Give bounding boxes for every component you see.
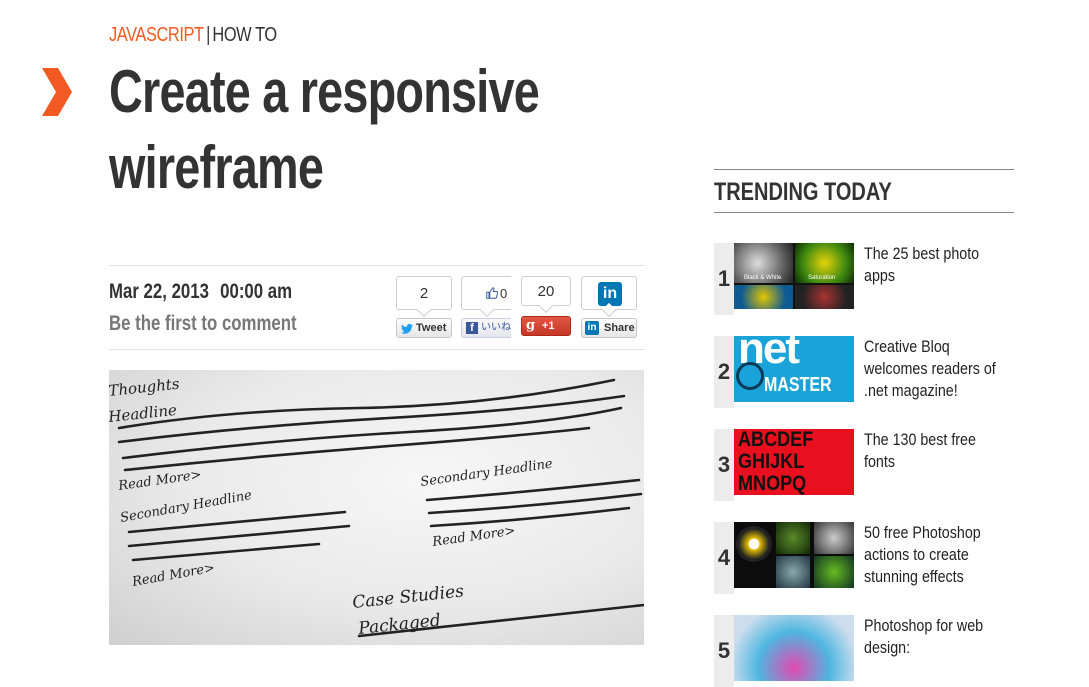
twitter-bird-icon bbox=[401, 324, 413, 334]
trending-rank: 2 bbox=[714, 336, 734, 408]
thumb-tile-a bbox=[776, 522, 810, 554]
trending-link[interactable]: Creative Bloq welcomes readers of .net m… bbox=[864, 336, 998, 402]
hero-image-wireframe-sketch: Thoughts Headline Read More> Secondary H… bbox=[109, 370, 644, 645]
thumb-font-line2: GHIJKL bbox=[738, 450, 805, 473]
facebook-count-box: 0 bbox=[461, 276, 511, 310]
breadcrumb: JAVASCRIPT | HOW TO bbox=[109, 24, 277, 47]
trending-item[interactable]: 1 Black & White Saturation The 25 best p… bbox=[714, 243, 1014, 315]
article-title-line2: wireframe bbox=[109, 134, 324, 201]
facebook-like-button[interactable]: f いいね bbox=[461, 318, 511, 338]
facebook-count: 0 bbox=[500, 286, 508, 301]
trending-link[interactable]: 50 free Photoshop actions to create stun… bbox=[864, 522, 998, 588]
trending-thumbnail-photoshop-web[interactable] bbox=[734, 615, 854, 681]
article-title: Create a responsive wireframe bbox=[109, 54, 577, 206]
sketch-text-readmore-3: Read More> bbox=[130, 561, 216, 590]
thumb-frog-3 bbox=[734, 285, 793, 309]
trending-item[interactable]: 5 Photoshop for web design: bbox=[714, 615, 1014, 687]
sketch-text-readmore-1: Read More> bbox=[116, 467, 202, 494]
linkedin-share-button[interactable]: in Share bbox=[581, 318, 637, 338]
linkedin-share-label: Share bbox=[604, 322, 635, 334]
thumb-tile-c bbox=[776, 556, 810, 588]
trending-link[interactable]: Photoshop for web design: bbox=[864, 615, 998, 659]
sketch-text-readmore-2: Read More> bbox=[430, 523, 516, 550]
trending-link[interactable]: The 130 best free fonts bbox=[864, 429, 998, 473]
tweet-count: 2 bbox=[419, 285, 429, 302]
thumb-tile-d bbox=[814, 556, 854, 588]
trending-title: TRENDING TODAY bbox=[714, 178, 892, 206]
trending-thumbnail-fonts[interactable]: ABCDEF GHIJKL MNOPQ bbox=[734, 429, 854, 495]
trending-rank: 4 bbox=[714, 522, 734, 594]
publish-time: 00:00 am bbox=[220, 280, 293, 303]
thumb-font-line1: ABCDEF bbox=[738, 429, 814, 451]
breadcrumb-separator: | bbox=[206, 24, 210, 46]
article-date: Mar 22, 2013 00:00 am bbox=[109, 280, 292, 304]
thumb-label-sat: Saturation bbox=[808, 275, 836, 281]
thumb-badge-icon bbox=[736, 526, 772, 562]
comment-link[interactable]: Be the first to comment bbox=[109, 312, 297, 336]
facebook-f-icon: f bbox=[466, 322, 478, 334]
publish-date: Mar 22, 2013 bbox=[109, 280, 209, 303]
thumb-frog-4 bbox=[795, 285, 854, 309]
thumb-tile-b bbox=[814, 522, 854, 554]
trending-thumbnail-net-magazine[interactable]: net MASTER bbox=[734, 336, 854, 402]
trending-item[interactable]: 3 ABCDEF GHIJKL MNOPQ The 130 best free … bbox=[714, 429, 1014, 501]
trending-thumbnail-photoshop-actions[interactable] bbox=[734, 522, 854, 588]
sketch-drawing: Thoughts Headline Read More> Secondary H… bbox=[109, 375, 644, 639]
gplus-label: +1 bbox=[542, 320, 555, 332]
trending-thumbnail-photo-apps[interactable]: Black & White Saturation bbox=[734, 243, 854, 309]
thumbs-up-icon bbox=[486, 287, 498, 299]
chevron-arrow-icon bbox=[42, 68, 72, 116]
sketch-text-secondary-1: Secondary Headline bbox=[419, 457, 553, 490]
tweet-count-box: 2 bbox=[396, 276, 452, 310]
meta-divider-bottom bbox=[109, 349, 645, 350]
linkedin-logo-icon: in bbox=[598, 282, 622, 306]
gplus-count: 20 bbox=[537, 283, 555, 300]
gplus-count-box: 20 bbox=[521, 276, 571, 306]
thumb-label-bw: Black & White bbox=[744, 275, 782, 281]
trending-item[interactable]: 2 net MASTER Creative Bloq welcomes read… bbox=[714, 336, 1014, 408]
thumb-circle-icon bbox=[736, 362, 764, 390]
sidebar-divider-bottom bbox=[714, 212, 1014, 213]
thumb-master-label: MASTER bbox=[764, 374, 832, 396]
sketch-text-headline: Headline bbox=[109, 401, 178, 426]
gplus-g-icon: g bbox=[526, 318, 536, 333]
thumb-font-sample: ABCDEF GHIJKL MNOPQ bbox=[738, 429, 813, 495]
sketch-text-secondary-2: Secondary Headline bbox=[119, 488, 253, 526]
article-title-line1: Create a responsive bbox=[109, 58, 540, 125]
sketch-text-case-studies: Case Studies bbox=[351, 581, 465, 613]
gplus-button[interactable]: g +1 bbox=[521, 316, 571, 336]
tweet-label: Tweet bbox=[416, 322, 447, 334]
linkedin-small-icon: in bbox=[585, 321, 599, 335]
trending-rank: 1 bbox=[714, 243, 734, 315]
meta-divider-top bbox=[109, 265, 645, 266]
trending-link[interactable]: The 25 best photo apps bbox=[864, 243, 998, 287]
trending-item[interactable]: 4 50 free Photoshop actions to create st… bbox=[714, 522, 1014, 594]
category-howto-link[interactable]: HOW TO bbox=[212, 24, 277, 46]
facebook-like-label: いいね bbox=[481, 322, 511, 333]
trending-rank: 5 bbox=[714, 615, 734, 687]
category-javascript-link[interactable]: JAVASCRIPT bbox=[109, 24, 204, 46]
sketch-text-thoughts: Thoughts bbox=[109, 375, 181, 400]
trending-rank: 3 bbox=[714, 429, 734, 501]
thumb-font-line3: MNOPQ bbox=[738, 472, 807, 495]
sketch-text-packaged: Packaged bbox=[356, 610, 441, 639]
linkedin-logo-box: in bbox=[581, 276, 637, 310]
sidebar-divider-top bbox=[714, 169, 1014, 170]
tweet-button[interactable]: Tweet bbox=[396, 318, 452, 338]
